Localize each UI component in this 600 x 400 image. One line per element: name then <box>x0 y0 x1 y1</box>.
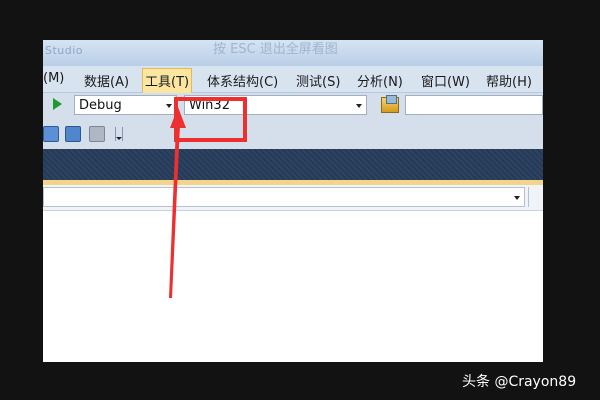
arrow-shaft <box>169 125 180 298</box>
annotation-arrow <box>169 107 186 298</box>
arrow-head <box>170 107 186 128</box>
ide-screenshot: Studio 按 ESC 退出全屏看图 (M) 数据(A) 工具(T) 体系结构… <box>43 40 543 362</box>
watermark-text: 头条 @Crayon89 <box>462 374 577 390</box>
